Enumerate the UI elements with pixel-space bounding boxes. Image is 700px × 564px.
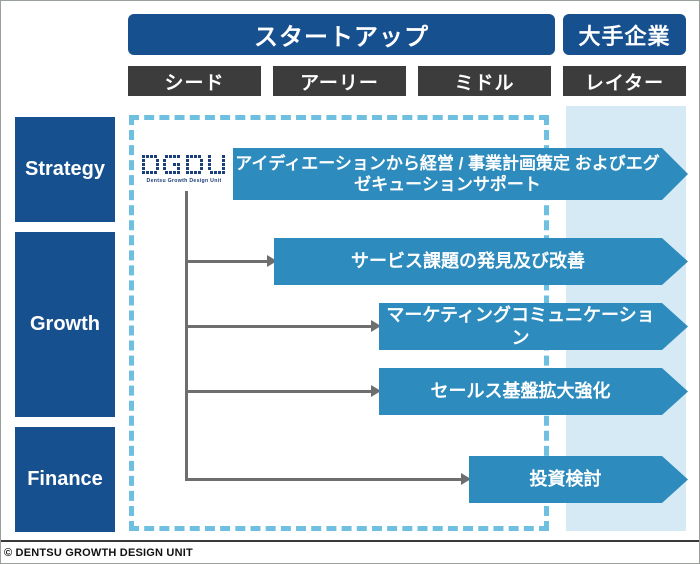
phase-tab-later[interactable]: レイター [563, 66, 686, 96]
category-block-strategy[interactable]: Strategy [15, 117, 115, 222]
dgdu-logo-mark [142, 155, 225, 174]
connector-branch-service-1 [185, 260, 269, 263]
footer-bar: © DENTSU GROWTH DESIGN UNIT [1, 540, 699, 563]
service-arrow-investment-review[interactable]: 投資検討 [469, 456, 688, 503]
phase-tab-seed[interactable]: シード [128, 66, 261, 96]
service-arrow-marketing-communication[interactable]: マーケティングコミュニケーション [379, 303, 688, 350]
phase-tab-middle[interactable]: ミドル [418, 66, 551, 96]
diagram-canvas: スタートアップ 大手企業 シード アーリー ミドル レイター Strategy … [0, 0, 700, 564]
category-block-finance[interactable]: Finance [15, 427, 115, 532]
connector-branch-service-3 [185, 390, 374, 393]
stage-bar-startup[interactable]: スタートアップ [128, 14, 555, 55]
service-arrow-service-improvement[interactable]: サービス課題の発見及び改善 [274, 238, 688, 285]
category-block-growth[interactable]: Growth [15, 232, 115, 417]
dgdu-logo-wordmark: Dentsu Growth Design Unit [146, 178, 222, 184]
connector-branch-service-2 [185, 325, 374, 328]
dgdu-logo: Dentsu Growth Design Unit [141, 153, 227, 189]
connector-branch-service-4 [185, 478, 464, 481]
service-arrow-sales-expansion[interactable]: セールス基盤拡大強化 [379, 368, 688, 415]
copyright-text: © DENTSU GROWTH DESIGN UNIT [4, 546, 193, 559]
service-arrow-strategy-planning[interactable]: アイディエーションから経営 / 事業計画策定 およびエグゼキューションサポート [233, 148, 688, 200]
phase-tab-early[interactable]: アーリー [273, 66, 406, 96]
stage-bar-enterprise[interactable]: 大手企業 [563, 14, 686, 55]
connector-trunk [185, 191, 188, 478]
